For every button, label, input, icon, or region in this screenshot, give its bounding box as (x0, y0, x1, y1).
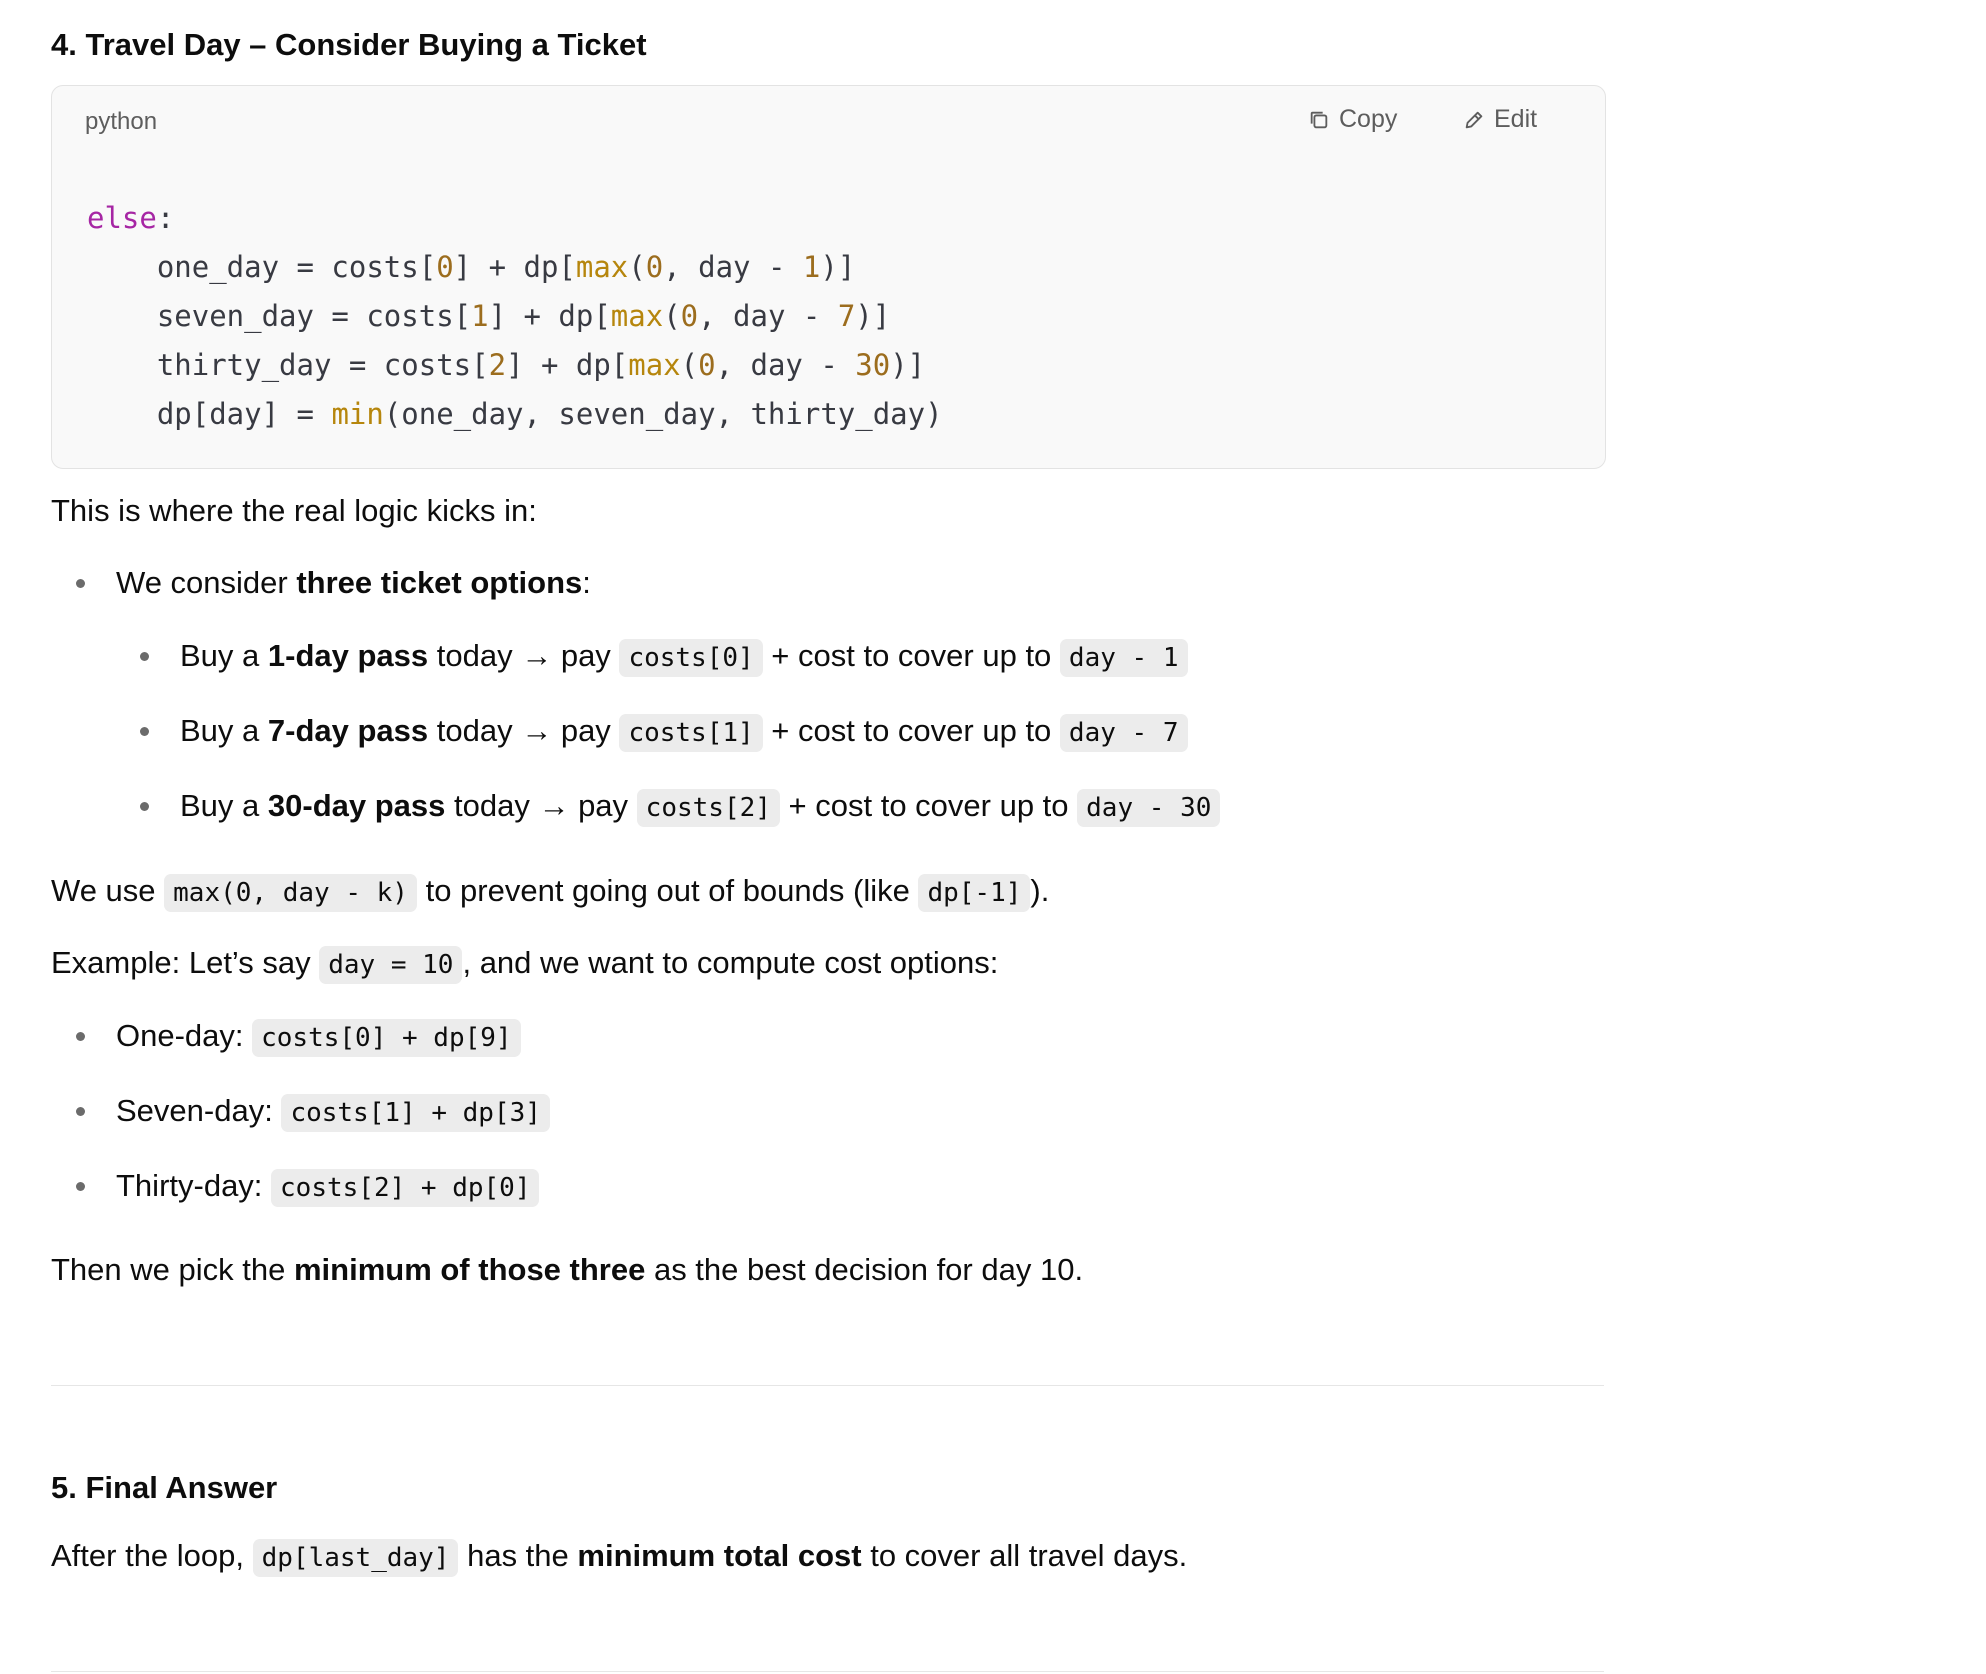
text: to cover all travel days. (861, 1538, 1188, 1573)
text: Then we pick the (51, 1252, 294, 1287)
divider (51, 1385, 1604, 1386)
text: We consider (116, 565, 297, 600)
list-item: One-day: costs[0] + dp[9] (51, 1014, 1604, 1060)
bold-text: 7-day pass (267, 713, 429, 748)
text: , and we want to compute cost options: (462, 945, 999, 980)
text: as the best decision for day 10. (645, 1252, 1084, 1287)
text: Thirty-day: (116, 1168, 272, 1203)
text: has the (458, 1538, 578, 1573)
edit-label: Edit (1494, 105, 1538, 133)
text: One-day: (116, 1018, 253, 1053)
code-language-label: python (85, 108, 158, 135)
inline-code: dp[-1] (918, 874, 1031, 912)
code-line: else: (87, 201, 175, 235)
inline-code: costs[0] + dp[9] (252, 1019, 521, 1057)
text: + cost to cover up to (779, 788, 1078, 823)
text: + cost to cover up to (762, 638, 1060, 673)
text: + cost to cover up to (762, 713, 1060, 748)
text: ). (1030, 873, 1050, 908)
list-item: Thirty-day: costs[2] + dp[0] (51, 1164, 1604, 1210)
copy-icon (1310, 111, 1328, 128)
list-item: Seven-day: costs[1] + dp[3] (51, 1089, 1604, 1135)
list-item: Buy a 1-day pass today → pay costs[0] + … (51, 634, 1604, 680)
text: After the loop, (51, 1538, 253, 1573)
divider (51, 1671, 1604, 1672)
text: today → pay (428, 638, 620, 673)
text: : (582, 565, 591, 600)
options-list: Buy a 1-day pass today → pay costs[0] + … (51, 634, 1604, 830)
text: Buy a (180, 638, 268, 673)
bold-text: 30-day pass (267, 788, 446, 823)
list-item: Buy a 7-day pass today → pay costs[1] + … (51, 709, 1604, 755)
copy-label: Copy (1339, 105, 1398, 133)
text: to prevent going out of bounds (like (416, 873, 919, 908)
code-line: one_day = costs[0] + dp[max(0, day - 1)] (87, 250, 856, 284)
text: Buy a (180, 713, 268, 748)
inline-code: day - 7 (1059, 714, 1188, 752)
section-5-heading: 5. Final Answer (51, 1470, 278, 1505)
text: Example: Let’s say (51, 945, 320, 980)
inline-code: costs[1] + dp[3] (281, 1094, 550, 1132)
text: Buy a (180, 788, 268, 823)
inline-code: day = 10 (319, 946, 463, 984)
inline-code: dp[last_day] (252, 1539, 459, 1577)
bold-text: three ticket options (296, 565, 583, 600)
text: today → pay (445, 788, 637, 823)
final-answer-paragraph: After the loop, dp[last_day] has the min… (51, 1534, 1187, 1580)
inline-code: max(0, day - k) (164, 874, 417, 912)
code-line: thirty_day = costs[2] + dp[max(0, day - … (87, 348, 926, 382)
text: Seven-day: (116, 1093, 282, 1128)
code-content: else: one_day = costs[0] + dp[max(0, day… (52, 158, 1605, 469)
list-item: Buy a 30-day pass today → pay costs[2] +… (51, 784, 1604, 830)
inline-code: costs[2] + dp[0] (271, 1169, 540, 1207)
bold-text: 1-day pass (267, 638, 429, 673)
inline-code: day - 30 (1077, 789, 1221, 827)
list-item: We consider three ticket options: (51, 561, 1604, 605)
inline-code: costs[1] (619, 714, 763, 752)
bounds-paragraph: We use max(0, day - k) to prevent going … (51, 869, 1049, 915)
code-block: python Copy Edit else: one_day = costs[0… (51, 85, 1606, 469)
edit-pencil-icon (1465, 111, 1483, 128)
code-line: dp[day] = min(one_day, seven_day, thirty… (87, 397, 943, 431)
section-4-heading: 4. Travel Day – Consider Buying a Ticket (51, 27, 647, 62)
conclusion-paragraph: Then we pick the minimum of those three … (51, 1248, 1083, 1292)
example-paragraph: Example: Let’s say day = 10, and we want… (51, 941, 998, 987)
code-block-header: python Copy Edit (52, 86, 1605, 158)
inline-code: costs[2] (636, 789, 780, 827)
text: We use (51, 873, 165, 908)
inline-code: costs[0] (619, 639, 763, 677)
edit-button[interactable]: Edit (1463, 105, 1537, 134)
intro-paragraph: This is where the real logic kicks in: (51, 493, 537, 528)
consider-list: We consider three ticket options: (51, 561, 1604, 605)
text: today → pay (428, 713, 620, 748)
bold-text: minimum of those three (293, 1252, 646, 1287)
code-line: seven_day = costs[1] + dp[max(0, day - 7… (87, 299, 891, 333)
bold-text: minimum total cost (577, 1538, 862, 1573)
inline-code: day - 1 (1059, 639, 1188, 677)
copy-button[interactable]: Copy (1308, 105, 1397, 134)
example-list: One-day: costs[0] + dp[9] Seven-day: cos… (51, 1014, 1604, 1210)
